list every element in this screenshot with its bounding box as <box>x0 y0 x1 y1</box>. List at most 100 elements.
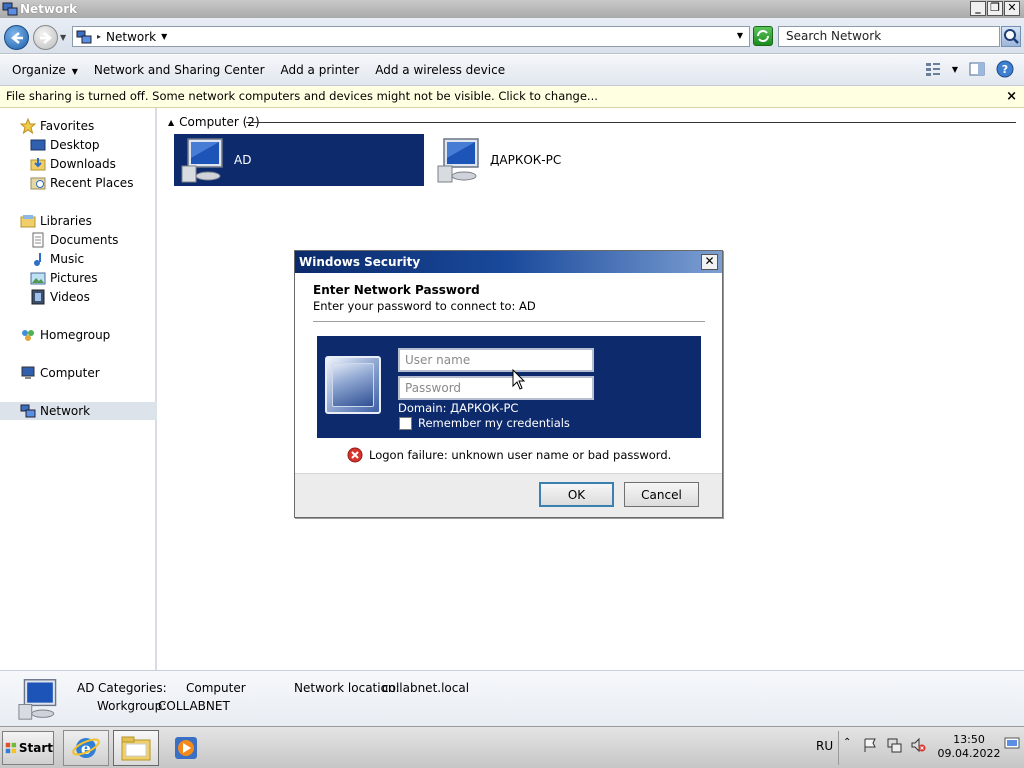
windows-logo-icon <box>5 742 17 754</box>
taskbar-media-player[interactable] <box>163 730 209 766</box>
computer-icon <box>437 138 479 183</box>
computer-icon <box>181 138 223 183</box>
language-indicator[interactable]: RU <box>816 739 833 753</box>
nav-favorites-label: Favorites <box>40 119 95 133</box>
organize-menu[interactable]: Organize ▼ <box>0 58 86 82</box>
network-icon <box>2 2 18 16</box>
remember-credentials-checkbox[interactable] <box>399 416 412 430</box>
navigation-pane: Favorites Desktop Downloads Recent Place… <box>0 108 157 670</box>
show-desktop-icon[interactable] <box>1004 735 1020 751</box>
nav-network[interactable]: Network <box>0 402 157 420</box>
details-workgroup-value: COLLABNET <box>158 699 230 713</box>
nav-downloads-label: Downloads <box>50 157 116 171</box>
window-title-bar[interactable]: Network _ ❐ ✕ <box>0 0 1024 18</box>
start-label: Start <box>18 741 53 755</box>
taskbar-internet-explorer[interactable]: e <box>63 730 109 766</box>
preview-pane-icon[interactable] <box>968 60 986 78</box>
ok-button[interactable]: OK <box>539 482 614 507</box>
start-button[interactable]: Start <box>2 731 54 765</box>
view-options-dropdown[interactable]: ▼ <box>952 65 958 74</box>
dialog-close-button[interactable]: ✕ <box>701 254 718 270</box>
computer-icon <box>21 366 35 379</box>
nav-music[interactable]: Music <box>0 250 157 268</box>
remember-credentials-label[interactable]: Remember my credentials <box>418 416 570 430</box>
nav-computer[interactable]: Computer <box>0 364 157 382</box>
desktop-icon <box>30 139 46 151</box>
windows-security-dialog: Windows Security ✕ Enter Network Passwor… <box>294 250 723 518</box>
address-history-dropdown[interactable]: ▼ <box>737 31 743 40</box>
file-sharing-infobar[interactable]: File sharing is turned off. Some network… <box>0 86 1024 108</box>
forward-button[interactable] <box>33 25 58 50</box>
chevron-down-icon[interactable]: ▼ <box>161 32 167 41</box>
network-icon <box>20 404 36 418</box>
add-wireless-device-button[interactable]: Add a wireless device <box>367 58 513 82</box>
nav-recent-places[interactable]: Recent Places <box>0 174 157 192</box>
back-button[interactable] <box>4 25 29 50</box>
libraries-icon <box>20 215 36 228</box>
nav-homegroup[interactable]: Homegroup <box>0 326 157 344</box>
recent-pages-dropdown[interactable]: ▼ <box>60 33 66 42</box>
network-tray-icon[interactable] <box>886 737 902 753</box>
folder-icon <box>121 736 151 761</box>
nav-homegroup-label: Homegroup <box>40 328 111 342</box>
details-pane: AD Categories: Computer Workgroup: COLLA… <box>0 670 1024 726</box>
minimize-button[interactable]: _ <box>970 1 986 16</box>
search-button[interactable] <box>1001 26 1021 47</box>
nav-pictures-label: Pictures <box>50 271 98 285</box>
breadcrumb-separator[interactable]: ▸ <box>97 32 101 41</box>
username-field[interactable] <box>398 348 594 372</box>
show-hidden-icons-button[interactable]: ⌃ <box>843 737 859 753</box>
back-arrow-icon <box>11 32 23 44</box>
infobar-close-button[interactable]: × <box>1006 86 1017 107</box>
user-tile-icon <box>325 356 381 414</box>
nav-favorites[interactable]: Favorites <box>0 117 157 135</box>
star-icon <box>20 118 36 134</box>
nav-libraries-label: Libraries <box>40 214 92 228</box>
nav-documents[interactable]: Documents <box>0 231 157 249</box>
svg-text:?: ? <box>1002 63 1008 76</box>
music-icon <box>34 253 41 266</box>
address-box[interactable]: ▸ Network ▼ ▼ <box>72 26 750 47</box>
search-icon <box>1004 29 1019 44</box>
downloads-folder-icon <box>30 158 46 171</box>
error-icon <box>347 447 363 463</box>
taskbar-windows-explorer[interactable] <box>113 730 159 766</box>
organize-label: Organize <box>12 63 66 77</box>
search-input[interactable]: Search Network <box>778 26 1000 47</box>
network-computer-darkok-pc-label: ДАРКОК-PC <box>490 153 562 167</box>
add-printer-button[interactable]: Add a printer <box>273 58 368 82</box>
command-bar: Organize ▼ Network and Sharing Center Add… <box>0 55 1024 86</box>
nav-recent-places-label: Recent Places <box>50 176 134 190</box>
nav-documents-label: Documents <box>50 233 119 247</box>
clock-time: 13:50 <box>953 733 985 746</box>
details-categories-label: Categories: <box>98 681 167 695</box>
group-divider <box>246 122 1016 123</box>
change-view-icon[interactable] <box>924 60 942 78</box>
remember-credentials-option[interactable]: Remember my credentials <box>398 416 570 430</box>
network-computer-darkok-pc[interactable]: ДАРКОК-PC <box>430 134 680 186</box>
collapse-caret-icon[interactable]: ▲ <box>168 118 174 127</box>
nav-pictures[interactable]: Pictures <box>0 269 157 287</box>
cancel-button[interactable]: Cancel <box>624 482 699 507</box>
internet-explorer-icon: e <box>72 738 100 758</box>
volume-muted-icon[interactable] <box>910 737 926 753</box>
network-sharing-center-button[interactable]: Network and Sharing Center <box>86 58 273 82</box>
infobar-text: File sharing is turned off. Some network… <box>6 89 598 103</box>
videos-icon <box>31 289 45 305</box>
chevron-down-icon: ▼ <box>71 67 78 76</box>
nav-desktop[interactable]: Desktop <box>0 136 157 154</box>
nav-videos[interactable]: Videos <box>0 288 157 306</box>
clock[interactable]: 13:50 09.04.2022 <box>936 733 1002 761</box>
action-center-flag-icon[interactable] <box>862 737 878 753</box>
nav-downloads[interactable]: Downloads <box>0 155 157 173</box>
password-field[interactable] <box>398 376 594 400</box>
restore-button[interactable]: ❐ <box>987 1 1003 16</box>
help-icon[interactable]: ? <box>996 60 1014 78</box>
breadcrumb-network[interactable]: Network <box>106 30 156 44</box>
close-button[interactable]: ✕ <box>1004 1 1020 16</box>
dialog-title-bar[interactable]: Windows Security ✕ <box>295 251 722 273</box>
nav-libraries[interactable]: Libraries <box>0 212 157 230</box>
refresh-button[interactable] <box>753 26 773 46</box>
network-computer-ad[interactable]: AD <box>174 134 424 186</box>
dialog-button-bar: OK Cancel <box>295 473 722 517</box>
